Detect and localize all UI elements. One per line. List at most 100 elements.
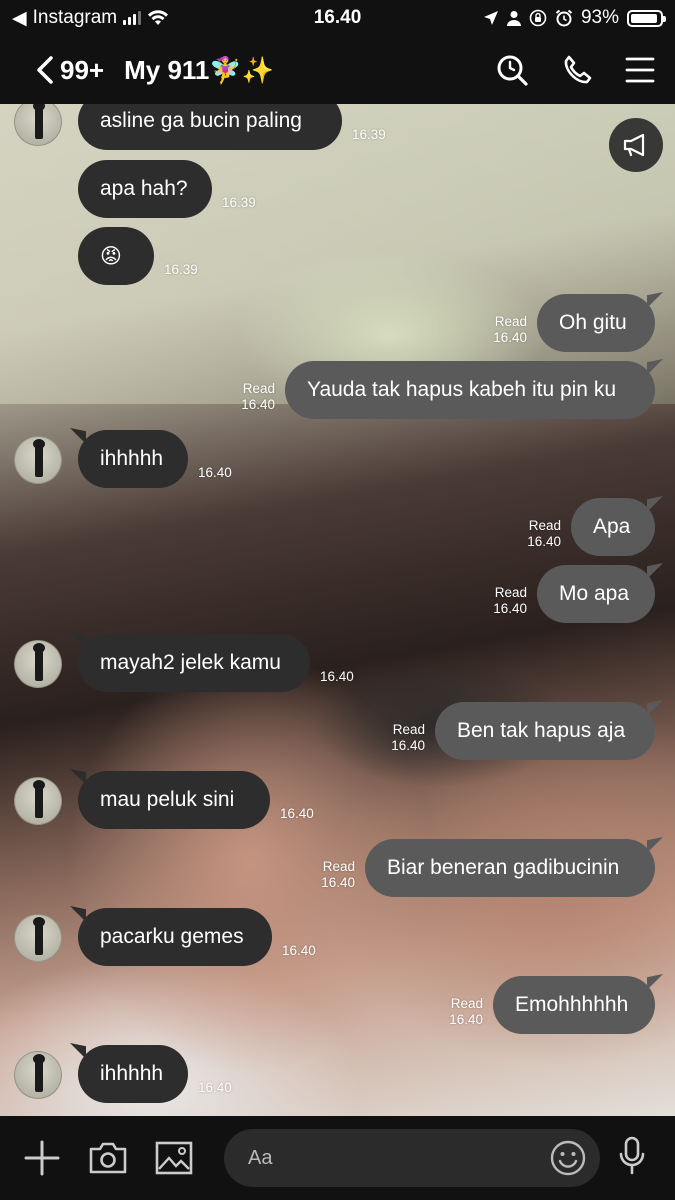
chevron-left-icon <box>37 56 53 84</box>
message-time: 16.40 <box>320 669 354 684</box>
incoming-message-bubble[interactable]: mau peluk sini <box>70 769 270 829</box>
message-input-bar <box>0 1116 675 1200</box>
search-icon[interactable] <box>495 53 529 87</box>
message-read-status: Read 16.40 <box>493 314 527 346</box>
message-time: 16.40 <box>321 875 355 890</box>
message-text: 😡 <box>100 244 122 268</box>
message-time: 16.40 <box>449 1012 483 1027</box>
read-label: Read <box>494 314 527 329</box>
message-text: Yauda tak hapus kabeh itu pin ku <box>307 378 617 401</box>
alarm-icon <box>555 9 573 27</box>
read-label: Read <box>392 722 425 737</box>
message-time: 16.40 <box>493 601 527 616</box>
contact-avatar[interactable] <box>14 640 62 688</box>
message-time: 16.40 <box>198 1080 232 1095</box>
message-text: mau peluk sini <box>100 788 235 811</box>
camera-icon <box>89 1142 127 1174</box>
message-time: 16.39 <box>164 262 198 277</box>
announcement-button[interactable] <box>609 118 663 172</box>
read-label: Read <box>242 381 275 396</box>
camera-button[interactable] <box>86 1141 130 1175</box>
orientation-lock-icon <box>529 9 547 27</box>
outgoing-message-bubble[interactable]: Yauda tak hapus kabeh itu pin ku <box>285 359 663 419</box>
message-time: 16.40 <box>391 738 425 753</box>
battery-icon <box>627 9 666 27</box>
message-text: ihhhhh <box>100 447 164 470</box>
message-read-status: Read 16.40 <box>493 585 527 617</box>
wifi-icon <box>148 10 169 25</box>
chat-title[interactable]: My 911🧚‍♀️✨ <box>124 55 274 86</box>
message-time: 16.40 <box>198 465 232 480</box>
back-triangle-icon: ◀ <box>12 7 27 29</box>
location-arrow-icon <box>483 11 498 25</box>
megaphone-icon <box>623 133 645 157</box>
contact-avatar[interactable] <box>14 777 62 825</box>
contact-avatar[interactable] <box>14 1051 62 1099</box>
read-label: Read <box>494 585 527 600</box>
outgoing-message-bubble[interactable]: Apa <box>571 496 663 556</box>
message-text: Ben tak hapus aja <box>457 719 626 742</box>
contact-avatar[interactable] <box>14 104 62 146</box>
person-icon <box>506 11 521 26</box>
battery-level <box>631 13 658 23</box>
outgoing-message-bubble[interactable]: Oh gitu <box>537 292 663 352</box>
incoming-message-bubble[interactable]: 😡 <box>78 227 154 285</box>
gallery-button[interactable] <box>152 1141 196 1175</box>
message-time: 16.40 <box>241 397 275 412</box>
message-text: pacarku gemes <box>100 925 244 948</box>
message-text: Emohhhhhh <box>515 993 629 1016</box>
back-app-label: Instagram <box>32 7 118 28</box>
incoming-message-bubble[interactable]: ihhhhh <box>70 1043 188 1103</box>
status-bar: ◀ Instagram 16.40 93% <box>0 0 675 36</box>
message-time: 16.40 <box>527 534 561 549</box>
message-read-status: Read 16.40 <box>391 722 425 754</box>
incoming-message-bubble[interactable]: mayah2 jelek kamu <box>70 632 310 692</box>
message-text: Oh gitu <box>559 311 627 334</box>
contact-avatar[interactable] <box>14 436 62 484</box>
incoming-message-bubble[interactable]: pacarku gemes <box>70 906 272 966</box>
contact-avatar[interactable] <box>14 914 62 962</box>
read-label: Read <box>322 859 355 874</box>
cellular-signal-icon <box>123 11 142 25</box>
message-text: Mo apa <box>559 582 630 605</box>
emoji-icon[interactable] <box>550 1140 586 1176</box>
message-text: Biar beneran gadibucinin <box>387 856 620 879</box>
message-text: apa hah? <box>100 177 188 200</box>
message-time: 16.40 <box>280 806 314 821</box>
message-read-status: Read 16.40 <box>527 518 561 550</box>
microphone-icon <box>619 1136 645 1174</box>
message-read-status: Read 16.40 <box>241 381 275 413</box>
read-label: Read <box>528 518 561 533</box>
menu-icon[interactable] <box>625 56 655 84</box>
outgoing-message-bubble[interactable]: Biar beneran gadibucinin <box>365 837 663 897</box>
read-label: Read <box>450 996 483 1011</box>
message-time: 16.40 <box>282 943 316 958</box>
back-to-app[interactable]: ◀ Instagram <box>12 7 169 30</box>
outgoing-message-bubble[interactable]: Emohhhhhh <box>493 974 663 1034</box>
image-icon <box>155 1141 193 1175</box>
message-input[interactable] <box>248 1146 528 1170</box>
battery-percent: 93% <box>580 7 619 28</box>
outgoing-message-bubble[interactable]: Ben tak hapus aja <box>435 700 663 760</box>
message-time: 16.40 <box>493 330 527 345</box>
message-read-status: Read 16.40 <box>449 996 483 1028</box>
message-time: 16.39 <box>352 127 386 142</box>
message-time: 16.39 <box>222 195 256 210</box>
back-button[interactable]: 99+ <box>36 55 104 86</box>
chat-messages-area[interactable]: asline ga bucin paling 16.39 apa hah? 16.39… <box>0 104 675 1116</box>
phone-icon[interactable] <box>561 54 593 86</box>
plus-icon <box>24 1140 60 1176</box>
message-input-container[interactable] <box>224 1129 600 1187</box>
message-read-status: Read 16.40 <box>321 859 355 891</box>
message-text: ihhhhh <box>100 1062 164 1085</box>
incoming-message-bubble[interactable]: ihhhhh <box>70 428 188 488</box>
incoming-message-bubble[interactable]: apa hah? <box>78 160 212 218</box>
unread-count: 99+ <box>60 54 105 85</box>
outgoing-message-bubble[interactable]: Mo apa <box>537 563 663 623</box>
message-text: Apa <box>593 515 631 538</box>
chat-header: 99+ My 911🧚‍♀️✨ <box>0 36 675 104</box>
add-button[interactable] <box>20 1140 64 1176</box>
message-text: mayah2 jelek kamu <box>100 651 281 674</box>
incoming-message-bubble[interactable]: asline ga bucin paling <box>70 104 342 150</box>
voice-button[interactable] <box>618 1136 646 1181</box>
